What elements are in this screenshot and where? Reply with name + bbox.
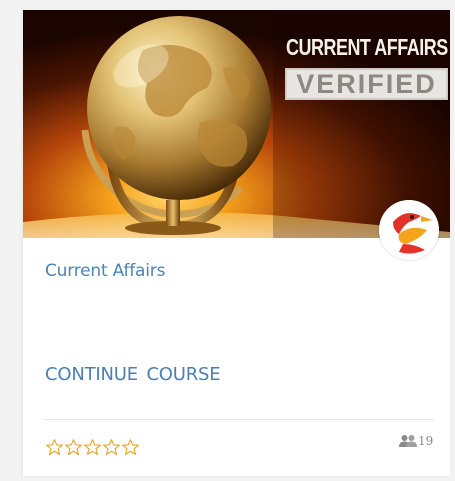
users-icon (399, 435, 417, 447)
star-outline-icon[interactable] (121, 438, 140, 457)
page: CURRENT AFFAIRS VERIFIED Current Affairs… (0, 0, 455, 481)
star-rating[interactable] (45, 438, 140, 458)
course-banner[interactable]: CURRENT AFFAIRS VERIFIED (23, 10, 450, 238)
course-card: CURRENT AFFAIRS VERIFIED Current Affairs… (22, 10, 450, 476)
bird-logo-icon (379, 200, 439, 260)
banner-verified-stamp: VERIFIED (285, 68, 448, 100)
banner-headline: CURRENT AFFAIRS (286, 34, 448, 60)
star-outline-icon[interactable] (45, 438, 64, 457)
divider (45, 419, 434, 420)
star-outline-icon[interactable] (102, 438, 121, 457)
continue-course-button[interactable]: CONTINUE COURSE (45, 364, 221, 385)
course-title-link[interactable]: Current Affairs (45, 261, 165, 281)
star-outline-icon[interactable] (83, 438, 102, 457)
enrolled-count: 19 (418, 434, 434, 448)
enrolled-students: 19 (399, 434, 433, 448)
star-outline-icon[interactable] (64, 438, 83, 457)
bird-logo (379, 200, 439, 260)
